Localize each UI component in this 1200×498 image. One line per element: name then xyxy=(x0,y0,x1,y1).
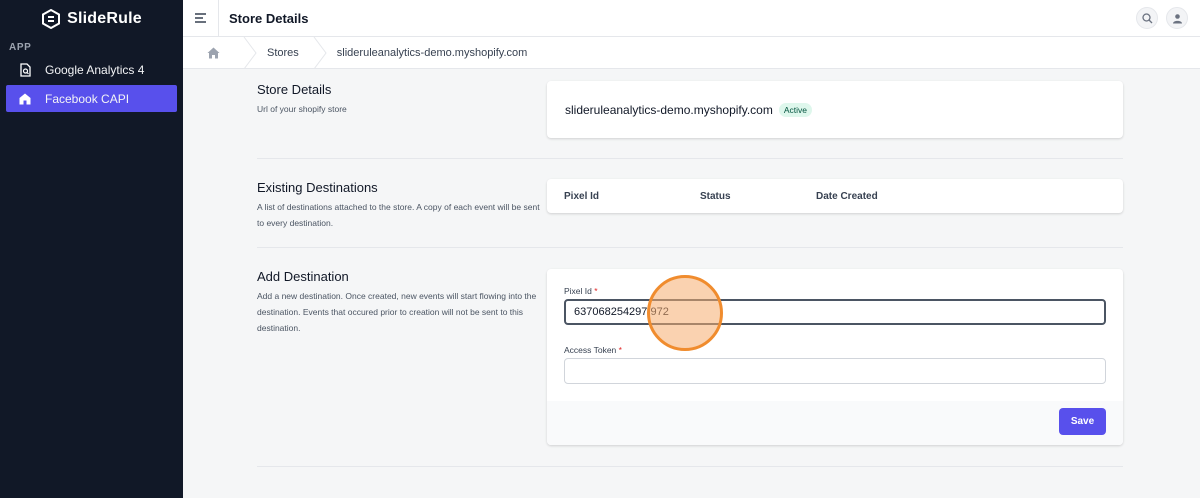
add-destination-title: Add Destination xyxy=(257,269,349,284)
search-icon xyxy=(1141,12,1152,23)
menu-toggle-button[interactable] xyxy=(183,0,219,37)
section-divider xyxy=(257,466,1123,467)
user-avatar-icon xyxy=(1172,13,1182,23)
access-token-label: Access Token * xyxy=(564,345,622,355)
brand[interactable]: SlideRule xyxy=(0,0,183,38)
pixel-id-label-text: Pixel Id xyxy=(564,286,592,296)
search-button[interactable] xyxy=(1136,7,1158,29)
existing-destinations-title: Existing Destinations xyxy=(257,180,378,195)
save-button[interactable]: Save xyxy=(1059,408,1106,435)
sidebar: SlideRule APP Google Analytics 4 Faceboo… xyxy=(0,0,183,498)
sidebar-item-label: Google Analytics 4 xyxy=(45,62,145,77)
breadcrumb-separator-icon xyxy=(243,36,257,69)
store-details-description: Url of your shopify store xyxy=(257,104,347,114)
required-mark: * xyxy=(618,345,622,355)
store-details-section-header: Store Details Url of your shopify store xyxy=(257,82,547,117)
sliderule-logo-icon xyxy=(42,9,61,29)
column-header-status: Status xyxy=(700,190,731,202)
page-title: Store Details xyxy=(229,10,309,26)
section-label-app: APP xyxy=(9,42,32,53)
existing-destinations-description: A list of destinations attached to the s… xyxy=(257,202,540,228)
column-header-date-created: Date Created xyxy=(816,190,878,202)
home-icon xyxy=(207,47,219,58)
access-token-label-text: Access Token xyxy=(564,345,617,355)
sidebar-item-facebook-capi[interactable]: Facebook CAPI xyxy=(6,85,177,112)
existing-destinations-section-header: Existing Destinations A list of destinat… xyxy=(257,180,542,231)
access-token-input[interactable] xyxy=(564,358,1106,384)
column-header-pixel-id: Pixel Id xyxy=(564,190,600,202)
add-destination-section-header: Add Destination Add a new destination. O… xyxy=(257,269,545,336)
pixel-id-input[interactable] xyxy=(564,299,1106,325)
add-destination-form: Pixel Id * Access Token * Save xyxy=(547,269,1123,445)
add-destination-description: Add a new destination. Once created, new… xyxy=(257,291,537,333)
breadcrumb-store-url[interactable]: slideruleanalytics-demo.myshopify.com xyxy=(327,47,542,59)
brand-name: SlideRule xyxy=(67,10,142,27)
section-divider xyxy=(257,247,1123,248)
section-divider xyxy=(257,158,1123,159)
sidebar-item-google-analytics[interactable]: Google Analytics 4 xyxy=(6,56,177,83)
store-icon xyxy=(18,92,32,106)
status-badge: Active xyxy=(778,102,813,117)
breadcrumb-home[interactable] xyxy=(183,37,243,69)
menu-lines-icon xyxy=(194,13,206,23)
form-footer: Save xyxy=(547,401,1123,445)
user-menu-button[interactable] xyxy=(1166,7,1188,29)
store-details-card: slideruleanalytics-demo.myshopify.com Ac… xyxy=(547,81,1123,138)
breadcrumb-separator-icon xyxy=(313,36,327,69)
sidebar-item-label: Facebook CAPI xyxy=(45,91,130,106)
pixel-id-label: Pixel Id * xyxy=(564,286,598,296)
topbar: Store Details xyxy=(183,0,1200,37)
destinations-table: Pixel Id Status Date Created xyxy=(547,179,1123,213)
analytics-doc-icon xyxy=(18,62,32,77)
store-url: slideruleanalytics-demo.myshopify.com xyxy=(565,102,773,117)
required-mark: * xyxy=(594,286,598,296)
store-details-title: Store Details xyxy=(257,82,332,97)
breadcrumb-stores[interactable]: Stores xyxy=(257,47,313,59)
breadcrumb: Stores slideruleanalytics-demo.myshopify… xyxy=(183,36,1200,69)
